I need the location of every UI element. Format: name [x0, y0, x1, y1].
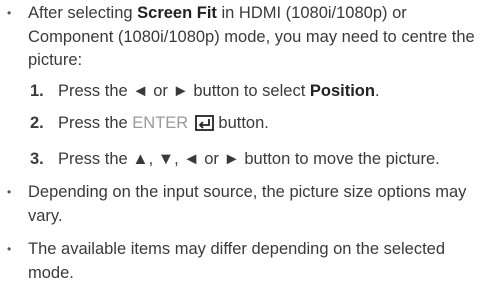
step-number: 1. — [30, 81, 44, 100]
position-term: Position — [309, 81, 375, 100]
manual-notes: • After selecting Screen Fit in HDMI (10… — [0, 2, 501, 295]
bullet-text: Depending on the input source, the pictu… — [28, 183, 467, 225]
step-number: 2. — [30, 114, 44, 132]
enter-return-icon — [194, 115, 214, 139]
enter-button-label: ENTER — [132, 114, 189, 132]
bullet-item-input-source: • Depending on the input source, the pic… — [0, 181, 501, 228]
step-item-3: 3. Press the ▲, ▼, ◄ or ► button to move… — [28, 148, 495, 172]
bullet-item-available-items: • The available items may differ dependi… — [0, 238, 501, 285]
bullet-text: After selecting Screen Fit in HDMI (1080… — [28, 4, 475, 69]
step-item-2: 2. Press the ENTER button. — [28, 112, 495, 139]
bullet-dot: • — [7, 242, 12, 256]
screen-fit-term: Screen Fit — [137, 4, 217, 22]
step-item-1: 1. Press the ◄ or ► button to select Pos… — [28, 80, 495, 104]
bullet-text: The available items may differ depending… — [28, 240, 446, 282]
bullet-dot: • — [7, 6, 12, 20]
bullet-item-screen-fit: • After selecting Screen Fit in HDMI (10… — [0, 2, 501, 171]
step-list: 1. Press the ◄ or ► button to select Pos… — [28, 80, 495, 172]
bullet-dot: • — [7, 185, 12, 199]
step-number: 3. — [30, 149, 44, 168]
